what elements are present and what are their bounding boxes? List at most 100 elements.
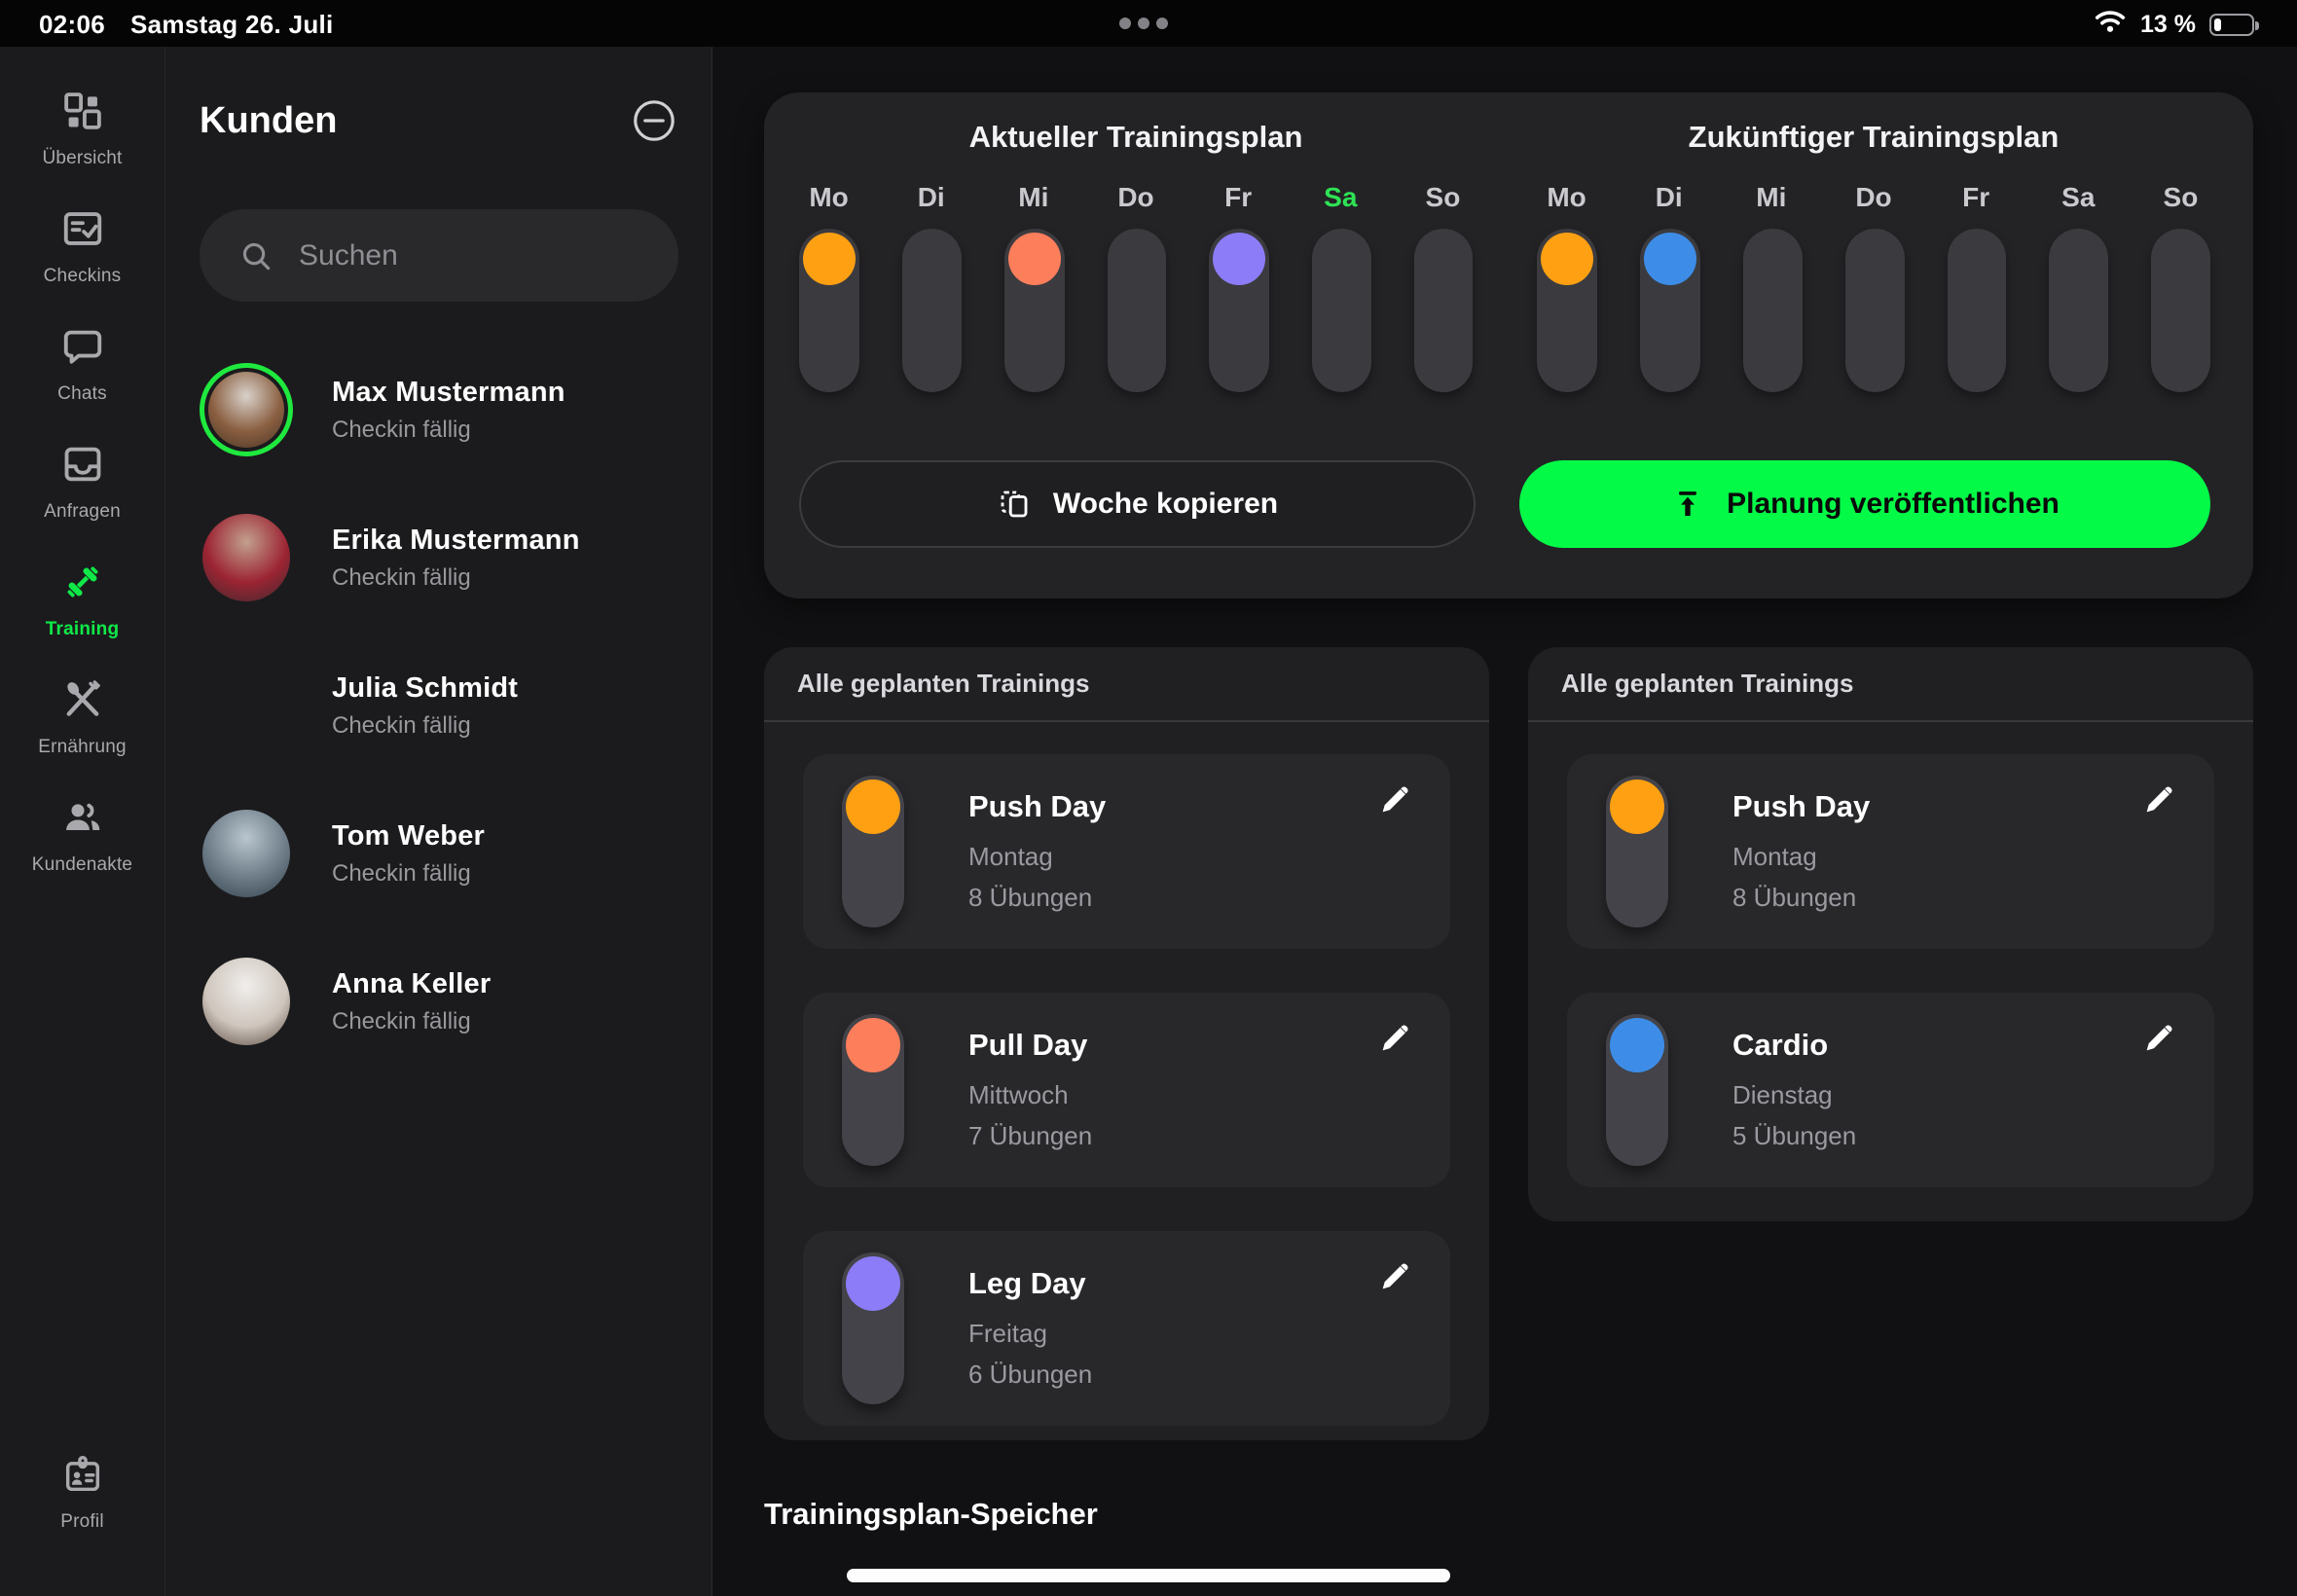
day-slot-sa[interactable]: [2049, 229, 2108, 392]
training-item-push-day[interactable]: Push Day Montag 8 Übungen: [803, 754, 1450, 949]
sidebar-item-kundenakte[interactable]: Kundenakte: [5, 777, 161, 894]
customer-name: Erika Mustermann: [332, 525, 580, 557]
customer-name: Tom Weber: [332, 820, 485, 852]
training-item-push-day[interactable]: Push DayMontag8 Übungen: [1567, 754, 2214, 949]
customer-status: Checkin fällig: [332, 1008, 491, 1035]
day-slot-mi[interactable]: [1004, 229, 1065, 392]
publish-plan-button[interactable]: Planung veröffentlichen: [1519, 460, 2210, 548]
sidebar-item-label: Kundenakte: [32, 854, 132, 876]
edit-pencil-icon[interactable]: [1376, 1020, 1413, 1057]
day-slot-mo[interactable]: [799, 229, 859, 392]
training-day: Montag: [968, 842, 1053, 872]
training-dot-blue: [1644, 233, 1696, 285]
main-content: Aktueller TrainingsplanMoDiMiDoFrSaSoZuk…: [712, 47, 2297, 1596]
day-label-mo: Mo: [799, 182, 858, 213]
copy-week-button[interactable]: Woche kopieren: [799, 460, 1476, 548]
training-exercise-count: 8 Übungen: [968, 883, 1092, 913]
sidebar-item-bersicht[interactable]: Übersicht: [5, 70, 161, 188]
customer-status: Checkin fällig: [332, 564, 580, 592]
day-label-di: Di: [901, 182, 961, 213]
customer-row[interactable]: Max MustermannCheckin fällig: [200, 356, 678, 463]
day-label-do: Do: [1843, 182, 1903, 213]
day-slot-di[interactable]: [1640, 229, 1700, 392]
training-color-dot: [846, 780, 900, 834]
training-name: Push Day: [968, 789, 1106, 824]
training-item-leg-day[interactable]: Leg DayFreitag6 Übungen: [803, 1231, 1450, 1426]
training-exercise-count: 5 Übungen: [1732, 1121, 1856, 1151]
sidebar-item-profil[interactable]: Profil: [5, 1433, 161, 1551]
day-slot-mi[interactable]: [1743, 229, 1803, 392]
day-label-so: So: [2151, 182, 2210, 213]
chats-icon: [60, 324, 105, 374]
sidebar-item-label: Anfragen: [44, 501, 121, 523]
sidebar-item-chats[interactable]: Chats: [5, 306, 161, 423]
sidebar-item-training[interactable]: Training: [5, 541, 161, 659]
battery-percent: 13 %: [2140, 11, 2196, 39]
training-toggle[interactable]: [1606, 776, 1668, 927]
day-slot-do[interactable]: [1108, 229, 1167, 392]
sidebar-item-ernhrung[interactable]: Ernährung: [5, 659, 161, 777]
id-badge-icon: [60, 1452, 105, 1502]
sidebar-item-checkins[interactable]: Checkins: [5, 188, 161, 306]
customer-row[interactable]: Anna Keller Checkin fällig: [200, 948, 678, 1055]
day-label-do: Do: [1106, 182, 1165, 213]
day-slot-sa[interactable]: [1312, 229, 1371, 392]
customer-row[interactable]: Erika Mustermann Checkin fällig: [200, 504, 678, 611]
day-label-fr: Fr: [1947, 182, 2006, 213]
avatar: [200, 659, 293, 752]
day-slot-di[interactable]: [902, 229, 962, 392]
future-plan-group: Zukünftiger TrainingsplanMoDiMiDoFrSaSo: [1537, 120, 2210, 392]
customer-status: Checkin fällig: [332, 417, 565, 444]
customer-row[interactable]: Tom Weber Checkin fällig: [200, 800, 678, 907]
avatar-selected: [200, 363, 293, 456]
search-bar[interactable]: [200, 209, 678, 302]
training-color-dot: [846, 1256, 900, 1311]
home-indicator[interactable]: [847, 1569, 1450, 1582]
inbox-icon: [60, 442, 105, 491]
training-toggle[interactable]: [842, 776, 904, 927]
training-toggle[interactable]: [1606, 1014, 1668, 1166]
training-exercise-count: 7 Übungen: [968, 1121, 1092, 1151]
training-toggle[interactable]: [842, 1252, 904, 1404]
training-day: Mittwoch: [968, 1080, 1069, 1110]
dumbbell-icon: [60, 560, 105, 609]
day-slot-do[interactable]: [1845, 229, 1905, 392]
weekly-plan-card: Aktueller TrainingsplanMoDiMiDoFrSaSoZuk…: [764, 92, 2253, 598]
search-icon: [238, 238, 273, 273]
customer-status: Checkin fällig: [332, 860, 485, 888]
training-app-screen: 02:06 Samstag 26. Juli 13 % ÜbersichtChe…: [0, 0, 2297, 1596]
training-day: Dienstag: [1732, 1080, 1833, 1110]
edit-pencil-icon[interactable]: [2140, 781, 2177, 818]
search-input[interactable]: [299, 239, 661, 272]
checkins-icon: [60, 206, 105, 256]
sidebar-item-anfragen[interactable]: Anfragen: [5, 423, 161, 541]
current-plan-group: Aktueller TrainingsplanMoDiMiDoFrSaSo: [799, 120, 1473, 392]
day-slot-so[interactable]: [1414, 229, 1474, 392]
day-slot-so[interactable]: [2151, 229, 2210, 392]
copy-week-label: Woche kopieren: [1053, 488, 1278, 521]
training-name: Push Day: [1732, 789, 1870, 824]
edit-pencil-icon[interactable]: [2140, 1020, 2177, 1057]
edit-pencil-icon[interactable]: [1376, 781, 1413, 818]
collapse-panel-button[interactable]: [631, 97, 677, 144]
customer-row[interactable]: Julia SchmidtCheckin fällig: [200, 652, 678, 759]
trainings-card-title: Alle geplanten Trainings: [1528, 647, 2253, 722]
day-label-fr: Fr: [1209, 182, 1268, 213]
training-item-pull-day[interactable]: Pull DayMittwoch7 Übungen: [803, 993, 1450, 1187]
avatar: [200, 511, 293, 604]
sidebar-item-label: Übersicht: [42, 148, 122, 169]
customer-name: Anna Keller: [332, 968, 491, 1000]
status-date: Samstag 26. Juli: [130, 10, 334, 40]
planned-trainings-card-current: Alle geplanten TrainingsPush DayMontag8 …: [764, 647, 1489, 1440]
training-item-cardio[interactable]: CardioDienstag5 Übungen: [1567, 993, 2214, 1187]
training-toggle[interactable]: [842, 1014, 904, 1166]
plan-group-title: Zukünftiger Trainingsplan: [1537, 120, 2210, 155]
day-slot-fr[interactable]: [1948, 229, 2007, 392]
sidebar-nav: Übersicht CheckinsChats Anfragen TrainingEr…: [0, 47, 165, 1596]
day-label-di: Di: [1639, 182, 1698, 213]
day-slot-mo[interactable]: [1537, 229, 1597, 392]
day-slot-fr[interactable]: [1209, 229, 1269, 392]
people-icon: [60, 795, 105, 845]
edit-pencil-icon[interactable]: [1376, 1258, 1413, 1295]
training-day: Freitag: [968, 1319, 1047, 1349]
